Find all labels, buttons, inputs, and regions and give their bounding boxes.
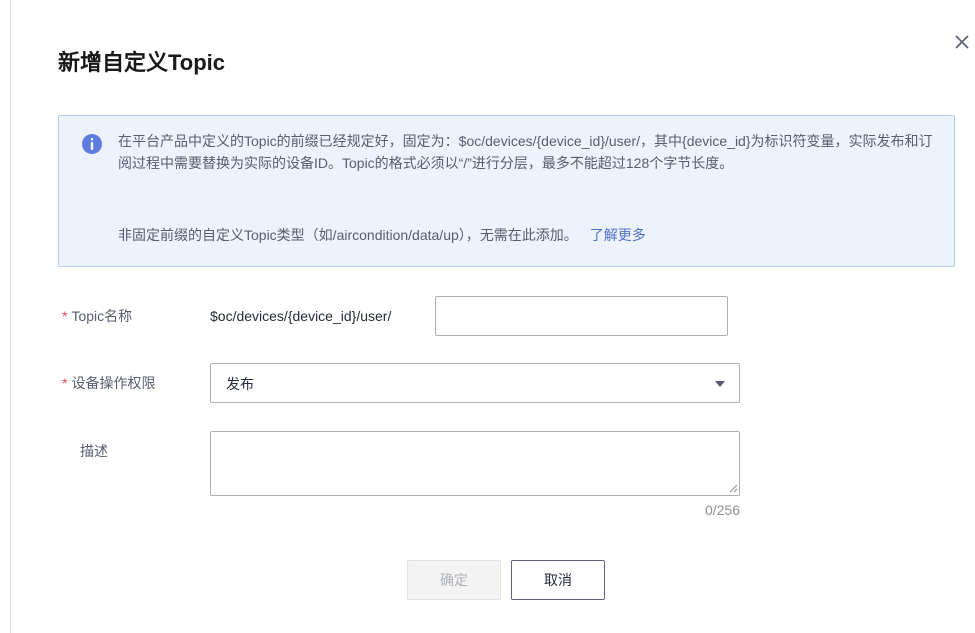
close-button[interactable] — [952, 32, 972, 52]
permission-select-value: 发布 — [226, 376, 254, 392]
topic-name-input[interactable] — [435, 296, 728, 336]
page: 新增自定义Topic 在平台产品中定义的Topic的前缀已经规定好，固定为：$o… — [0, 0, 975, 633]
description-counter: 0/256 — [704, 502, 740, 518]
learn-more-link[interactable]: 了解更多 — [590, 227, 646, 243]
required-mark: * — [62, 375, 68, 391]
info-paragraph-2-text: 非固定前缀的自定义Topic类型（如/aircondition/data/up）… — [118, 227, 578, 243]
caret-down-icon — [715, 381, 725, 387]
close-icon — [955, 35, 969, 49]
confirm-button[interactable]: 确定 — [407, 560, 501, 600]
description-label: 描述 — [80, 443, 108, 459]
info-paragraph-1: 在平台产品中定义的Topic的前缀已经规定好，固定为：$oc/devices/{… — [118, 133, 933, 171]
dialog-title: 新增自定义Topic — [58, 50, 226, 75]
permission-select[interactable]: 发布 — [210, 363, 740, 403]
permission-label: * 设备操作权限 — [62, 373, 155, 393]
topic-prefix: $oc/devices/{device_id}/user/ — [210, 308, 392, 324]
topic-name-label-text: Topic名称 — [71, 308, 133, 324]
add-topic-dialog: 新增自定义Topic 在平台产品中定义的Topic的前缀已经规定好，固定为：$o… — [0, 0, 975, 633]
permission-label-text: 设备操作权限 — [71, 375, 156, 391]
resize-grip-icon[interactable] — [728, 483, 738, 493]
info-paragraph-2: 非固定前缀的自定义Topic类型（如/aircondition/data/up）… — [118, 224, 938, 246]
topic-name-label: * Topic名称 — [62, 306, 132, 326]
description-textarea[interactable] — [210, 431, 740, 496]
cancel-button[interactable]: 取消 — [511, 560, 605, 600]
info-icon — [82, 134, 102, 154]
required-mark: * — [62, 308, 68, 324]
info-notice: 在平台产品中定义的Topic的前缀已经规定好，固定为：$oc/devices/{… — [58, 115, 955, 267]
